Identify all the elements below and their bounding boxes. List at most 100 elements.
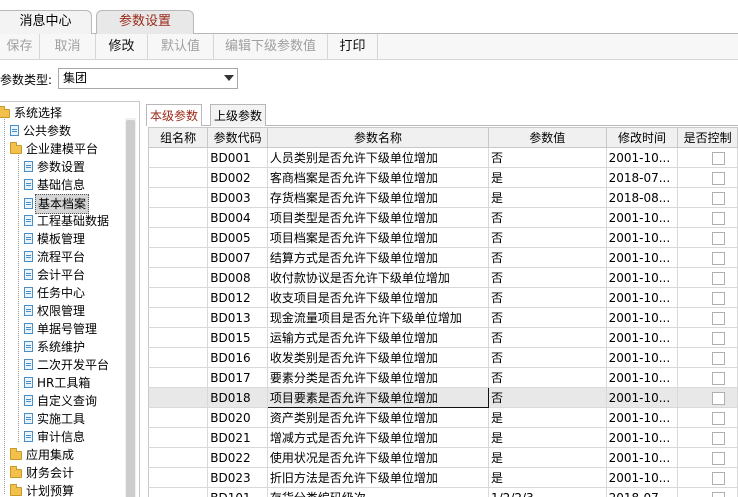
cell-group[interactable]: [148, 227, 209, 248]
cell-code[interactable]: BD018: [207, 387, 268, 408]
cell-code[interactable]: BD008: [207, 267, 268, 288]
table-row[interactable]: BD022 使用状况是否允许下级单位增加是 2001-10...: [148, 447, 738, 468]
tree-item[interactable]: 权限管理: [24, 302, 87, 320]
cell-time[interactable]: 2001-10...: [605, 307, 679, 328]
cell-group[interactable]: [148, 407, 209, 428]
table-row[interactable]: BD021 增减方式是否允许下级单位增加是 2001-10...: [148, 427, 738, 448]
cell-time[interactable]: 2001-10...: [605, 207, 679, 228]
control-checkbox[interactable]: [712, 211, 726, 225]
cell-group[interactable]: [148, 347, 209, 368]
cell-value[interactable]: 是: [488, 407, 607, 428]
edit-sub-params-button[interactable]: 编辑下级参数值: [214, 34, 328, 59]
control-checkbox[interactable]: [712, 151, 726, 165]
cancel-button[interactable]: 取消: [40, 34, 96, 59]
cell-name[interactable]: 要素分类是否允许下级单位增加: [266, 367, 490, 388]
col-header-group[interactable]: 组名称: [148, 127, 209, 148]
cell-group[interactable]: [148, 247, 209, 268]
cell-group[interactable]: [148, 487, 209, 497]
cell-value[interactable]: 是: [488, 467, 607, 488]
table-row[interactable]: BD007 结算方式是否允许下级单位增加否 2001-10...: [148, 247, 738, 268]
cell-time[interactable]: 2001-10...: [605, 467, 679, 488]
control-checkbox[interactable]: [712, 371, 726, 385]
cell-code[interactable]: BD001: [207, 147, 268, 168]
cell-code[interactable]: BD021: [207, 427, 268, 448]
table-row[interactable]: BD016 收发类别是否允许下级单位增加否 2001-10...: [148, 347, 738, 368]
cell-group[interactable]: [148, 207, 209, 228]
tree-item[interactable]: 流程平台: [24, 248, 87, 266]
table-row[interactable]: BD013 现金流量项目是否允许下级单位增加否 2001-10...: [148, 307, 738, 328]
tree-item[interactable]: 系统维护: [24, 338, 87, 356]
tree-item[interactable]: 工程基础数据: [24, 212, 111, 230]
cell-group[interactable]: [148, 387, 209, 408]
cell-code[interactable]: BD012: [207, 287, 268, 308]
cell-value[interactable]: 否: [488, 347, 607, 368]
cell-code[interactable]: BD101: [207, 487, 268, 497]
tab-param-settings[interactable]: 参数设置: [96, 10, 194, 35]
tree-item[interactable]: HR工具箱: [24, 374, 92, 392]
cell-group[interactable]: [148, 427, 209, 448]
cell-value[interactable]: 否: [488, 227, 607, 248]
cell-group[interactable]: [148, 287, 209, 308]
cell-code[interactable]: BD017: [207, 367, 268, 388]
cell-code[interactable]: BD013: [207, 307, 268, 328]
table-row[interactable]: BD017 要素分类是否允许下级单位增加否 2001-10...: [148, 367, 738, 388]
table-row[interactable]: BD015 运输方式是否允许下级单位增加否 2001-10...: [148, 327, 738, 348]
cell-name[interactable]: 客商档案是否允许下级单位增加: [266, 167, 490, 188]
table-row[interactable]: BD101存货分类编码级次1/2/2/32018-07...: [148, 487, 738, 497]
cell-time[interactable]: 2001-10...: [605, 247, 679, 268]
cell-name[interactable]: 收发类别是否允许下级单位增加: [266, 347, 490, 368]
dropdown-arrow-icon[interactable]: [224, 75, 234, 81]
control-checkbox[interactable]: [712, 491, 726, 497]
control-checkbox[interactable]: [712, 411, 726, 425]
cell-name[interactable]: 使用状况是否允许下级单位增加: [266, 447, 490, 468]
tree-item[interactable]: 财务会计: [10, 464, 76, 482]
col-header-control[interactable]: 是否控制: [677, 127, 738, 148]
tree-item[interactable]: 基本档案: [24, 194, 90, 214]
cell-name[interactable]: 项目类型是否允许下级单位增加: [266, 207, 490, 228]
tree-item[interactable]: 企业建模平台: [10, 140, 100, 158]
cell-code[interactable]: BD022: [207, 447, 268, 468]
control-checkbox[interactable]: [712, 251, 726, 265]
cell-time[interactable]: 2018-08...: [605, 187, 679, 208]
control-checkbox[interactable]: [712, 311, 726, 325]
cell-value[interactable]: 否: [488, 207, 607, 228]
tree-item[interactable]: 会计平台: [24, 266, 87, 284]
cell-time[interactable]: 2001-10...: [605, 387, 679, 408]
cell-group[interactable]: [148, 187, 209, 208]
col-header-value[interactable]: 参数值: [488, 127, 607, 148]
tree-scrollbar-thumb[interactable]: [126, 120, 135, 497]
cell-time[interactable]: 2001-10...: [605, 347, 679, 368]
modify-button[interactable]: 修改: [96, 34, 148, 59]
table-row[interactable]: BD002 客商档案是否允许下级单位增加是 2018-07...: [148, 167, 738, 188]
table-row[interactable]: BD005 项目档案是否允许下级单位增加否 2001-10...: [148, 227, 738, 248]
control-checkbox[interactable]: [712, 231, 726, 245]
print-button[interactable]: 打印: [328, 34, 378, 59]
tree-item[interactable]: 计划预算: [10, 482, 76, 497]
cell-time[interactable]: 2001-10...: [605, 427, 679, 448]
cell-name[interactable]: 存货档案是否允许下级单位增加: [266, 187, 490, 208]
table-row[interactable]: BD018 项目要素是否允许下级单位增加否 2001-10...: [148, 387, 738, 408]
table-row[interactable]: BD012 收支项目是否允许下级单位增加否 2001-10...: [148, 287, 738, 308]
cell-value[interactable]: 是: [488, 187, 607, 208]
table-row[interactable]: BD004 项目类型是否允许下级单位增加否 2001-10...: [148, 207, 738, 228]
cell-value[interactable]: 否: [488, 267, 607, 288]
cell-value[interactable]: 否: [488, 147, 607, 168]
cell-group[interactable]: [148, 307, 209, 328]
cell-value[interactable]: 是: [488, 427, 607, 448]
param-type-select[interactable]: 集团: [58, 68, 238, 89]
cell-value[interactable]: 否: [488, 327, 607, 348]
cell-time[interactable]: 2001-10...: [605, 227, 679, 248]
cell-code[interactable]: BD003: [207, 187, 268, 208]
tree-item[interactable]: 模板管理: [24, 230, 87, 248]
control-checkbox[interactable]: [712, 471, 726, 485]
tree-item[interactable]: 单据号管理: [24, 320, 99, 338]
tree-item[interactable]: 公共参数: [10, 122, 73, 140]
table-row[interactable]: BD003 存货档案是否允许下级单位增加是 2018-08...: [148, 187, 738, 208]
tree-item[interactable]: 参数设置: [24, 158, 87, 176]
cell-value[interactable]: 是: [488, 447, 607, 468]
cell-group[interactable]: [148, 367, 209, 388]
cell-time[interactable]: 2001-10...: [605, 407, 679, 428]
cell-time[interactable]: 2001-10...: [605, 327, 679, 348]
cell-group[interactable]: [148, 267, 209, 288]
cell-time[interactable]: 2001-10...: [605, 287, 679, 308]
